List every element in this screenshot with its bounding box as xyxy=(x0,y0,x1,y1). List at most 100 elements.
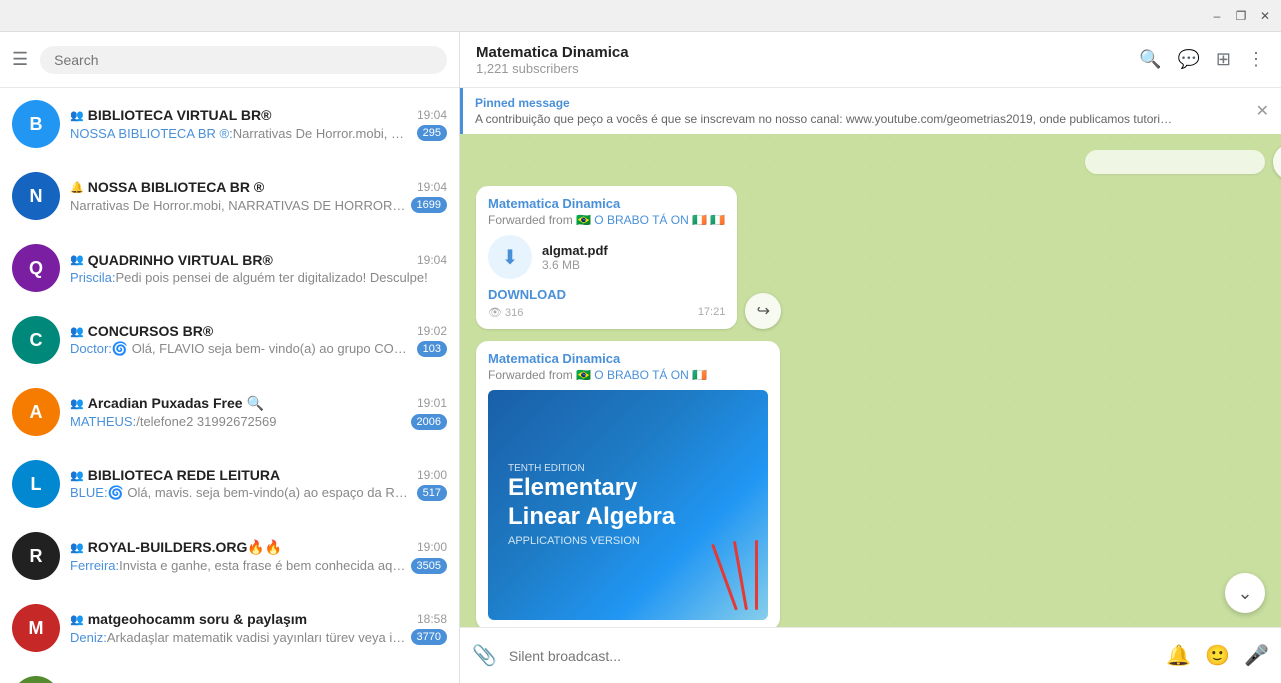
voice-icon[interactable]: 🎤 xyxy=(1244,643,1269,668)
chat-name: 👥 ROYAL-BUILDERS.ORG🔥🔥 xyxy=(70,539,282,556)
msg-sender-1: Matematica Dinamica xyxy=(488,196,725,211)
minimize-button[interactable]: – xyxy=(1209,8,1225,24)
chat-name: 👥 Arcadian Puxadas Free 🔍 xyxy=(70,395,264,412)
chat-name: 👥 matgeohocamm soru & paylaşım xyxy=(70,611,307,627)
file-row: ⬇ algmat.pdf 3.6 MB xyxy=(488,235,725,279)
chat-item-royal-builders[interactable]: R 👥 ROYAL-BUILDERS.ORG🔥🔥 19:00 Ferreira:… xyxy=(0,520,459,592)
attach-icon[interactable]: 📎 xyxy=(472,643,497,668)
chat-item-quadrinho-virtual[interactable]: Q 👥 QUADRINHO VIRTUAL BR® 19:04 Priscila… xyxy=(0,232,459,304)
file-download-icon: ⬇ xyxy=(488,235,532,279)
chat-top: 👥 ROYAL-BUILDERS.ORG🔥🔥 19:00 xyxy=(70,539,447,556)
chat-item-biblioteca-rede[interactable]: L 👥 BIBLIOTECA REDE LEITURA 19:00 BLUE:🌀… xyxy=(0,448,459,520)
discussions-icon[interactable]: 💬 xyxy=(1177,49,1199,70)
chat-info: 👥 QUADRINHO VIRTUAL BR® 19:04 Priscila:P… xyxy=(70,252,447,285)
chat-info: 👥 BIBLIOTECA VIRTUAL BR® 19:04 NOSSA BIB… xyxy=(70,107,447,141)
msg-views: 👁 316 xyxy=(488,306,523,319)
forward-button-2[interactable]: ↪ xyxy=(745,293,781,329)
forward-button-1[interactable]: ↪ xyxy=(1273,144,1281,180)
chat-subscribers: 1,221 subscribers xyxy=(476,61,1127,76)
download-button[interactable]: DOWNLOAD xyxy=(488,287,725,302)
chat-top: 👥 BIBLIOTECA VIRTUAL BR® 19:04 xyxy=(70,107,447,123)
badge: 1699 xyxy=(411,197,447,213)
chat-name: 🔔 NOSSA BIBLIOTECA BR ® xyxy=(70,179,264,195)
message-book: Matematica Dinamica Forwarded from 🇧🇷 O … xyxy=(476,341,1265,627)
message-file: Matematica Dinamica Forwarded from 🇧🇷 O … xyxy=(476,186,1265,329)
chat-item-biblioteca-virtual[interactable]: B 👥 BIBLIOTECA VIRTUAL BR® 19:04 NOSSA B… xyxy=(0,88,459,160)
avatar: L xyxy=(12,676,60,683)
badge: 3505 xyxy=(411,558,447,574)
sidebar-header: ☰ xyxy=(0,32,459,88)
chat-name: 👥 CONCURSOS BR® xyxy=(70,323,213,339)
avatar: N xyxy=(12,172,60,220)
chat-info: 🔔 NOSSA BIBLIOTECA BR ® 19:04 Narrativas… xyxy=(70,179,447,213)
chat-name: 👥 QUADRINHO VIRTUAL BR® xyxy=(70,252,273,268)
book-cover: TENTH EDITION Elementary Linear Algebra … xyxy=(488,390,768,620)
chat-top: 👥 Arcadian Puxadas Free 🔍 19:01 xyxy=(70,395,447,412)
scroll-down-button[interactable]: ⌄ xyxy=(1225,573,1265,613)
titlebar: – ❐ ✕ xyxy=(0,0,1281,32)
badge: 103 xyxy=(417,341,447,357)
chat-header-info: Matematica Dinamica 1,221 subscribers xyxy=(476,44,1127,76)
chat-item-concursos-br[interactable]: C 👥 CONCURSOS BR® 19:02 Doctor:🌀 Olá, FL… xyxy=(0,304,459,376)
msg-footer-1: 👁 316 17:21 xyxy=(488,306,725,319)
search-input[interactable] xyxy=(54,52,433,68)
input-area: 📎 🔔 🙂 🎤 xyxy=(460,627,1281,683)
chat-info: 👥 ROYAL-BUILDERS.ORG🔥🔥 19:00 Ferreira:In… xyxy=(70,539,447,574)
view-icon[interactable]: ⊞ xyxy=(1216,49,1231,70)
chat-title: Matematica Dinamica xyxy=(476,44,1127,61)
emoji-icon[interactable]: 🙂 xyxy=(1205,643,1230,668)
chat-time: 19:04 xyxy=(417,253,447,267)
msg-forward-1: Forwarded from 🇧🇷 O BRABO TÁ ON 🇮🇪 🇮🇪 xyxy=(488,213,725,227)
group-icon: 👥 xyxy=(70,253,84,266)
chat-list: B 👥 BIBLIOTECA VIRTUAL BR® 19:04 NOSSA B… xyxy=(0,88,459,683)
more-icon[interactable]: ⋮ xyxy=(1247,49,1265,70)
chat-top: 👥 BIBLIOTECA REDE LEITURA 19:00 xyxy=(70,467,447,483)
chat-item-nossa-biblioteca[interactable]: N 🔔 NOSSA BIBLIOTECA BR ® 19:04 Narrativ… xyxy=(0,160,459,232)
chat-preview: NOSSA BIBLIOTECA BR ®:Narrativas De Horr… xyxy=(70,125,447,141)
close-button[interactable]: ✕ xyxy=(1257,8,1273,24)
chat-info: 👥 matgeohocamm soru & paylaşım 18:58 Den… xyxy=(70,611,447,645)
hamburger-icon[interactable]: ☰ xyxy=(12,49,28,70)
search-icon[interactable]: 🔍 xyxy=(1139,49,1161,70)
chat-preview: Narrativas De Horror.mobi, NARRATIVAS DE… xyxy=(70,197,447,213)
input-right-icons: 🔔 🙂 🎤 xyxy=(1166,643,1269,668)
header-icons: 🔍 💬 ⊞ ⋮ xyxy=(1139,49,1265,70)
chat-time: 19:02 xyxy=(417,324,447,338)
file-bubble: Matematica Dinamica Forwarded from 🇧🇷 O … xyxy=(476,186,737,329)
pinned-close-button[interactable]: ✕ xyxy=(1256,101,1269,121)
group-icon: 👥 xyxy=(70,325,84,338)
pinned-message: Pinned message A contribuição que peço a… xyxy=(460,88,1281,134)
chat-item-linux[interactable]: L 👥 Linux 18:57 Anthony:Olá senhores, ve… xyxy=(0,664,459,683)
avatar: B xyxy=(12,100,60,148)
book-arrows xyxy=(735,540,758,610)
book-title: Elementary Linear Algebra xyxy=(508,474,748,532)
group-icon: 👥 xyxy=(70,613,84,626)
chat-time: 19:04 xyxy=(417,108,447,122)
message-input[interactable] xyxy=(509,648,1154,664)
chat-info: 👥 BIBLIOTECA REDE LEITURA 19:00 BLUE:🌀 O… xyxy=(70,467,447,501)
chat-time: 19:04 xyxy=(417,180,447,194)
badge: 3770 xyxy=(411,629,447,645)
maximize-button[interactable]: ❐ xyxy=(1233,8,1249,24)
chat-item-arcadian-puxadas[interactable]: A 👥 Arcadian Puxadas Free 🔍 19:01 MATHEU… xyxy=(0,376,459,448)
chat-preview: MATHEUS:/telefone2 31992672569 2006 xyxy=(70,414,447,430)
chat-name: 👥 BIBLIOTECA REDE LEITURA xyxy=(70,467,280,483)
chat-preview: Doctor:🌀 Olá, FLAVIO seja bem- vindo(a) … xyxy=(70,341,447,357)
chat-top: 👥 matgeohocamm soru & paylaşım 18:58 xyxy=(70,611,447,627)
msg-forward-2: Forwarded from 🇧🇷 O BRABO TÁ ON 🇮🇪 xyxy=(488,368,768,382)
avatar: A xyxy=(12,388,60,436)
avatar: R xyxy=(12,532,60,580)
msg-time-1: 17:21 xyxy=(698,306,726,319)
chat-name: 👥 BIBLIOTECA VIRTUAL BR® xyxy=(70,107,271,123)
avatar: Q xyxy=(12,244,60,292)
chat-top: 🔔 NOSSA BIBLIOTECA BR ® 19:04 xyxy=(70,179,447,195)
mute-icon[interactable]: 🔔 xyxy=(1166,643,1191,668)
search-wrapper[interactable] xyxy=(40,46,447,74)
group-icon: 🔔 xyxy=(70,181,84,194)
chat-time: 19:01 xyxy=(417,396,447,410)
chat-top: 👥 CONCURSOS BR® 19:02 xyxy=(70,323,447,339)
chat-time: 19:00 xyxy=(417,540,447,554)
chat-item-matgeohocamm[interactable]: M 👥 matgeohocamm soru & paylaşım 18:58 D… xyxy=(0,592,459,664)
badge: 295 xyxy=(417,125,447,141)
sidebar: ☰ B 👥 BIBLIOTECA VIRTUAL BR® 19:04 NOSSA… xyxy=(0,32,460,683)
